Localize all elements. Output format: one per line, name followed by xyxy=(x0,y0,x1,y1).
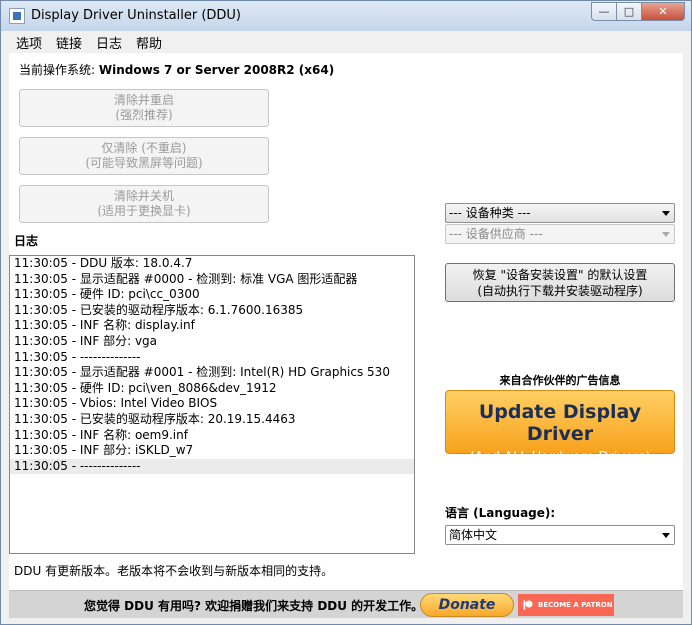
os-info: 当前操作系统: Windows 7 or Server 2008R2 (x64) xyxy=(19,61,334,78)
log-line: 11:30:05 - INF 部分: iSKLD_w7 xyxy=(14,443,194,458)
minimize-button[interactable]: — xyxy=(591,2,617,21)
menu-options[interactable]: 选项 xyxy=(9,33,49,52)
log-line: 11:30:05 - Vbios: Intel Video BIOS xyxy=(14,396,218,411)
chevron-down-icon xyxy=(662,533,670,538)
log-line: 11:30:05 - INF 名称: display.inf xyxy=(14,318,195,333)
patron-label: BECOME A PATRON xyxy=(538,601,613,609)
log-line: 11:30:05 - 显示适配器 #0001 - 检测到: Intel(R) H… xyxy=(14,365,390,380)
ad-headline: Update Display Driver xyxy=(478,401,642,445)
window-controls: — □ ✕ xyxy=(591,2,685,21)
maximize-icon: □ xyxy=(623,5,635,18)
menu-links[interactable]: 链接 xyxy=(49,33,89,52)
device-vendor-value: --- 设备供应商 --- xyxy=(449,227,543,241)
language-value: 简体中文 xyxy=(449,528,498,542)
app-window: Display Driver Uninstaller (DDU) — □ ✕ 选… xyxy=(0,0,692,625)
clean-shutdown-button[interactable]: 清除并关机 (适用于更换显卡) xyxy=(19,185,269,223)
restore-sublabel: (自动执行下载并安装驱动程序) xyxy=(477,284,643,298)
log-heading: 日志 xyxy=(14,234,39,248)
device-vendor-select[interactable]: --- 设备供应商 --- xyxy=(445,224,675,244)
partner-ad-label: 来自合作伙伴的广告信息 xyxy=(499,374,621,387)
maximize-button[interactable]: □ xyxy=(616,2,642,21)
close-button[interactable]: ✕ xyxy=(641,2,685,21)
chevron-down-icon xyxy=(662,211,670,216)
log-line: 11:30:05 - 已安装的驱动程序版本: 20.19.15.4463 xyxy=(14,411,296,426)
restore-label: 恢复 "设备安装设置" 的默认设置 xyxy=(472,268,648,282)
language-label: 语言 (Language): xyxy=(445,506,556,520)
close-icon: ✕ xyxy=(658,5,668,18)
update-driver-ad-banner[interactable]: Update Display Driver (And ALL Hardware … xyxy=(445,390,675,465)
log-line: 11:30:05 - 硬件 ID: pci\ven_8086&dev_1912 xyxy=(14,380,277,395)
title-bar[interactable]: Display Driver Uninstaller (DDU) — □ ✕ xyxy=(1,1,691,31)
become-patron-button[interactable]: BECOME A PATRON xyxy=(518,594,614,616)
donation-prompt: 您觉得 DDU 有用吗? 欢迎捐赠我们来支持 DDU 的开发工作。 xyxy=(84,599,424,613)
update-status-text: DDU 有更新版本。老版本将不会收到与新版本相同的支持。 xyxy=(14,564,334,578)
ad-subline: (And ALL Hardware Drivers) xyxy=(469,450,651,465)
os-value: Windows 7 or Server 2008R2 (x64) xyxy=(98,63,335,77)
clean-only-sublabel: (可能导致黑屏等问题) xyxy=(85,156,203,170)
menu-log[interactable]: 日志 xyxy=(89,33,129,52)
clean-only-label: 仅清除 (不重启) xyxy=(101,141,187,155)
log-line: 11:30:05 - 显示适配器 #0000 - 检测到: 标准 VGA 图形适… xyxy=(14,271,358,286)
menu-bar: 选项 链接 日志 帮助 xyxy=(9,31,683,53)
os-label: 当前操作系统: xyxy=(19,63,96,77)
donate-button[interactable]: Donate xyxy=(420,593,514,617)
log-line: 11:30:05 - 硬件 ID: pci\cc_0300 xyxy=(14,287,200,302)
main-panel: 当前操作系统: Windows 7 or Server 2008R2 (x64)… xyxy=(9,53,683,618)
restore-device-settings-button[interactable]: 恢复 "设备安装设置" 的默认设置 (自动执行下载并安装驱动程序) xyxy=(445,263,675,302)
device-type-select[interactable]: --- 设备种类 --- xyxy=(445,203,675,223)
log-line: 11:30:05 - INF 部分: vga xyxy=(14,333,158,348)
chevron-down-icon xyxy=(662,232,670,237)
clean-shutdown-label: 清除并关机 xyxy=(113,189,174,203)
log-line: 11:30:05 - INF 名称: oem9.inf xyxy=(14,427,188,442)
footer-bar: 您觉得 DDU 有用吗? 欢迎捐赠我们来支持 DDU 的开发工作。 Donate… xyxy=(9,590,683,618)
clean-only-button[interactable]: 仅清除 (不重启) (可能导致黑屏等问题) xyxy=(19,137,269,175)
clean-restart-button[interactable]: 清除并重启 (强烈推荐) xyxy=(19,89,269,127)
window-title: Display Driver Uninstaller (DDU) xyxy=(31,8,242,23)
device-type-value: --- 设备种类 --- xyxy=(449,206,531,220)
clean-restart-label: 清除并重启 xyxy=(113,93,174,107)
log-line: 11:30:05 - -------------- xyxy=(14,349,141,364)
app-icon xyxy=(9,8,25,24)
log-line: 11:30:05 - 已安装的驱动程序版本: 6.1.7600.16385 xyxy=(14,302,304,317)
log-line: 11:30:05 - DDU 版本: 18.0.4.7 xyxy=(14,256,193,270)
clean-shutdown-sublabel: (适用于更换显卡) xyxy=(97,204,191,218)
menu-help[interactable]: 帮助 xyxy=(129,33,169,52)
log-line-selected: 11:30:05 - -------------- xyxy=(10,458,414,475)
log-list[interactable]: 11:30:05 - DDU 版本: 18.0.4.7 11:30:05 - 显… xyxy=(9,255,415,554)
minimize-icon: — xyxy=(598,5,610,18)
patreon-icon xyxy=(523,600,533,610)
language-select[interactable]: 简体中文 xyxy=(445,525,675,545)
clean-restart-sublabel: (强烈推荐) xyxy=(115,108,173,122)
